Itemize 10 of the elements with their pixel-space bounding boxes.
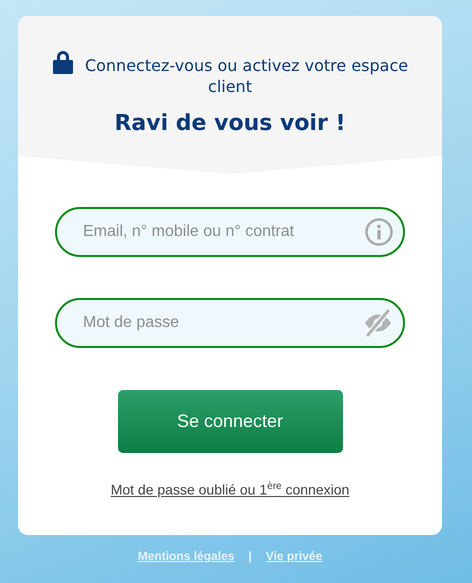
hidden-eye-icon[interactable] — [363, 309, 393, 337]
separator: | — [248, 549, 252, 563]
password-field[interactable]: Mot de passe — [55, 298, 405, 348]
welcome-title: Ravi de vous voir ! — [113, 111, 347, 136]
login-field[interactable]: Email, n° mobile ou n° contrat — [55, 207, 405, 257]
lock-icon — [52, 50, 74, 74]
forgot-password-link[interactable]: Mot de passe oublié ou 1$^{ère}$ connexion — [110, 481, 350, 498]
intro-text: Connectez-vous ou activez votre espace client — [84, 56, 408, 96]
login-button[interactable]: Se connecter — [118, 390, 342, 453]
info-icon[interactable] — [365, 218, 393, 246]
